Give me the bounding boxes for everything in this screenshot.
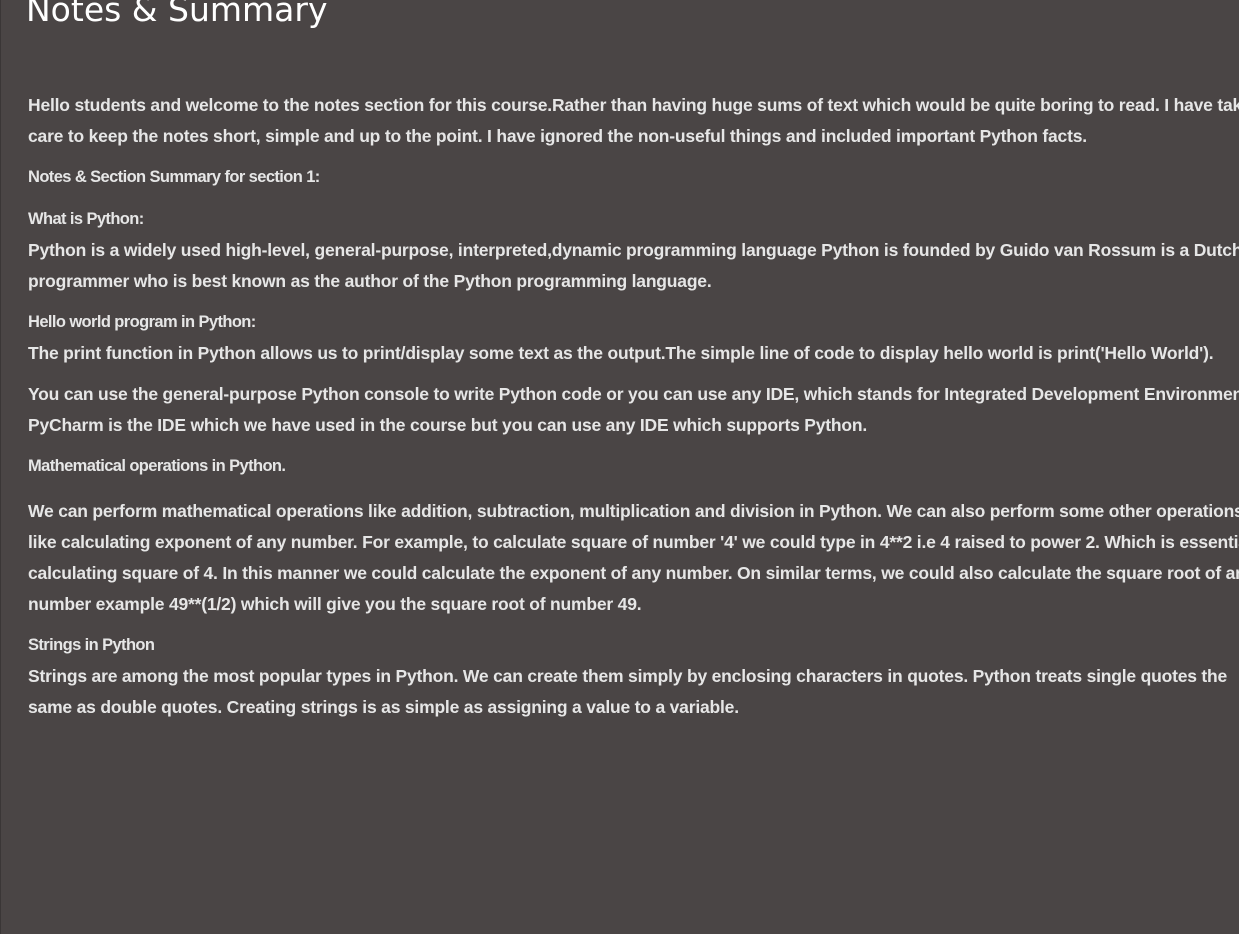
what-is-python-paragraph: Python is a widely used high-level, gene… — [28, 240, 1239, 291]
ide-paragraph: You can use the general-purpose Python c… — [28, 384, 1239, 435]
notes-page: Notes & Summary Hello students and welco… — [0, 0, 1239, 934]
notes-content: Hello students and welcome to the notes … — [28, 90, 1239, 733]
strings-paragraph: Strings are among the most popular types… — [28, 666, 1228, 717]
hello-world-heading: Hello world program in Python: — [28, 313, 256, 331]
strings-heading: Strings in Python — [28, 636, 155, 654]
section-heading: Notes & Section Summary for section 1: — [28, 168, 320, 186]
math-operations-paragraph: We can perform mathematical operations l… — [28, 501, 1239, 614]
math-operations-heading: Mathematical operations in Python. — [28, 457, 286, 475]
page-title: Notes & Summary — [26, 0, 328, 29]
hello-world-paragraph: The print function in Python allows us t… — [28, 343, 1214, 363]
intro-paragraph: Hello students and welcome to the notes … — [28, 95, 1239, 146]
what-is-python-heading: What is Python: — [28, 210, 144, 228]
